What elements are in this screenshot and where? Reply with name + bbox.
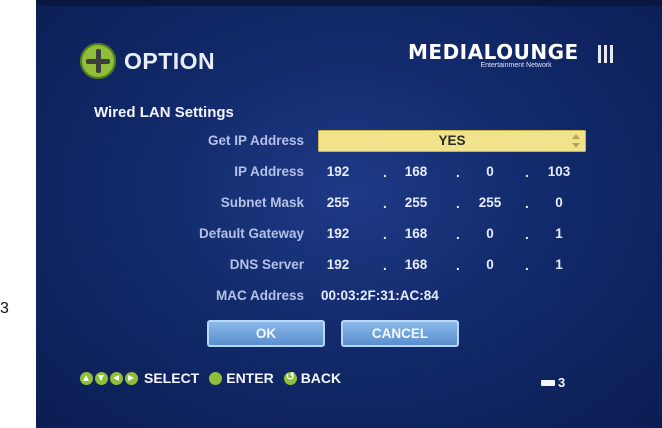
dns-dot: .: [383, 258, 387, 273]
ip-address-label: IP Address: [234, 164, 304, 179]
dns-octet-3[interactable]: 0: [470, 257, 510, 272]
option-gear-icon: [80, 43, 116, 79]
mac-label: MAC Address: [215, 288, 304, 303]
tv-option-screen: OPTION MEDIALOUNGE Entertainment Network…: [36, 0, 662, 428]
logo-grid-icon: [598, 45, 616, 63]
select-hint: SELECT: [144, 370, 200, 386]
gateway-dot: .: [525, 227, 529, 242]
page-indicator: 3: [541, 375, 565, 390]
gateway-octet-3[interactable]: 0: [470, 226, 510, 241]
ok-button[interactable]: OK: [207, 320, 325, 347]
ip-octet-4[interactable]: 103: [539, 164, 579, 179]
get-ip-row: Get IP Address YES: [36, 130, 662, 152]
gateway-octet-2[interactable]: 168: [396, 226, 436, 241]
dns-label: DNS Server: [229, 257, 304, 272]
subnet-octet-2[interactable]: 255: [396, 195, 436, 210]
dns-dot: .: [525, 258, 529, 273]
enter-hint: ENTER: [226, 370, 274, 386]
ip-octet-3[interactable]: 0: [470, 164, 510, 179]
nav-up-icon: [80, 371, 93, 385]
gateway-octet-4[interactable]: 1: [539, 226, 579, 241]
cancel-button[interactable]: CANCEL: [341, 320, 459, 347]
ip-octet-1[interactable]: 192: [318, 164, 358, 179]
section-title: Wired LAN Settings: [94, 104, 234, 121]
dns-octet-2[interactable]: 168: [396, 257, 436, 272]
subnet-label: Subnet Mask: [220, 195, 304, 210]
up-down-arrows-icon: [572, 134, 580, 148]
option-header: OPTION: [80, 43, 215, 79]
gateway-dot: .: [383, 227, 387, 242]
gateway-row: Default Gateway 192 . 168 . 0 . 1: [36, 223, 662, 245]
get-ip-label: Get IP Address: [207, 133, 304, 148]
medialounge-logo: MEDIALOUNGE Entertainment Network: [408, 40, 616, 69]
subnet-dot: .: [456, 196, 460, 211]
page-title: OPTION: [124, 47, 216, 74]
subnet-octet-1[interactable]: 255: [318, 195, 358, 210]
ip-dot: .: [383, 165, 387, 180]
dns-octet-1[interactable]: 192: [318, 257, 358, 272]
gateway-label: Default Gateway: [198, 226, 304, 241]
dns-dot: .: [456, 258, 460, 273]
subnet-octet-4[interactable]: 0: [539, 195, 579, 210]
ip-dot: .: [456, 165, 460, 180]
subnet-row: Subnet Mask 255 . 255 . 255 . 0: [36, 192, 662, 214]
nav-down-icon: [95, 371, 108, 385]
subnet-dot: .: [383, 196, 387, 211]
back-hint: BACK: [300, 370, 342, 386]
dns-octet-4[interactable]: 1: [539, 257, 579, 272]
gateway-octet-1[interactable]: 192: [318, 226, 358, 241]
logo-name: MEDIALOUNGE: [408, 40, 579, 64]
subnet-dot: .: [525, 196, 529, 211]
get-ip-select[interactable]: YES: [318, 130, 586, 152]
nav-left-icon: [110, 371, 123, 385]
nav-right-icon: [125, 371, 138, 385]
enter-icon: [209, 371, 223, 385]
logo-tagline: Entertainment Network: [480, 62, 552, 69]
mac-value: 00:03:2F:31:AC:84: [321, 288, 439, 303]
page-number: 3: [558, 375, 566, 390]
page-icon: [541, 379, 555, 386]
gateway-dot: .: [456, 227, 460, 242]
footer-hints: SELECT ENTER BACK: [80, 370, 341, 386]
dns-row: DNS Server 192 . 168 . 0 . 1: [36, 254, 662, 276]
subnet-octet-3[interactable]: 255: [470, 195, 510, 210]
ip-address-row: IP Address 192 . 168 . 0 . 103: [36, 161, 662, 183]
get-ip-value: YES: [438, 133, 466, 148]
mac-row: MAC Address 00:03:2F:31:AC:84: [36, 285, 662, 307]
ip-dot: .: [525, 165, 529, 180]
left-edge-fragment: 3: [0, 300, 9, 317]
ip-octet-2[interactable]: 168: [396, 164, 436, 179]
back-icon: [283, 370, 297, 385]
